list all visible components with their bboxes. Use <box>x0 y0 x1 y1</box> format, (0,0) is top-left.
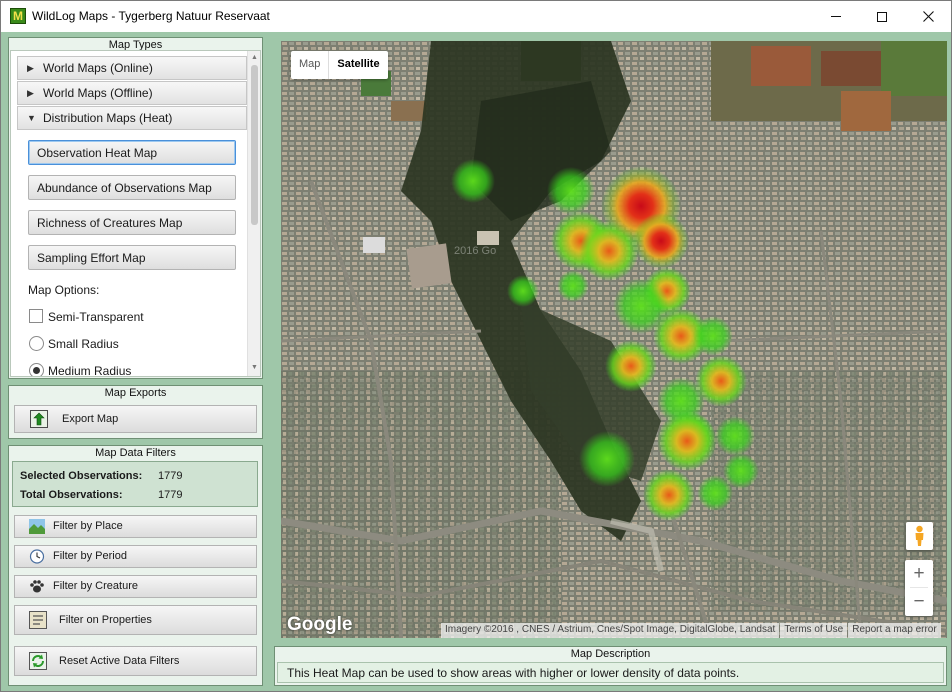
map-exports-panel: Map Exports Export Map <box>8 385 263 439</box>
sampling-effort-map-button[interactable]: Sampling Effort Map <box>28 245 236 270</box>
map-types-scrollbar[interactable]: ▲ ▼ <box>247 51 260 376</box>
satellite-tab[interactable]: Satellite <box>329 51 387 79</box>
filters-title: Map Data Filters <box>95 447 176 459</box>
filter-label: Reset Active Data Filters <box>59 655 180 667</box>
app-logo-icon: M <box>10 8 26 24</box>
report-map-error-link[interactable]: Report a map error <box>848 623 941 638</box>
semi-transparent-checkbox[interactable] <box>29 309 43 323</box>
small-radius-label: Small Radius <box>48 337 119 351</box>
scroll-down-icon[interactable]: ▼ <box>251 364 258 371</box>
minimize-icon <box>831 16 841 17</box>
close-button[interactable] <box>905 1 951 32</box>
scroll-up-icon[interactable]: ▲ <box>251 54 258 61</box>
observation-heat-map-button[interactable]: Observation Heat Map <box>28 140 236 165</box>
map-types-list[interactable]: ▶ World Maps (Online) ▶ World Maps (Offl… <box>10 50 261 377</box>
window-content: Map Types ▶ World Maps (Online) ▶ World … <box>1 32 951 691</box>
button-label: Abundance of Observations Map <box>37 181 212 195</box>
total-observations-value: 1779 <box>158 489 183 501</box>
section-label: World Maps (Offline) <box>43 86 153 100</box>
export-map-button[interactable]: Export Map <box>14 405 257 433</box>
reset-icon <box>29 652 47 670</box>
map-description-title: Map Description <box>570 648 651 660</box>
maximize-icon <box>877 11 887 22</box>
richness-map-button[interactable]: Richness of Creatures Map <box>28 210 236 235</box>
button-label: Richness of Creatures Map <box>37 216 183 230</box>
map-exports-title: Map Exports <box>104 387 167 399</box>
filter-on-properties-button[interactable]: Filter on Properties <box>14 605 257 635</box>
selected-observations-value: 1779 <box>158 470 183 482</box>
map-description-panel: Map Description This Heat Map can be use… <box>274 646 947 686</box>
filter-label: Filter by Creature <box>53 580 138 592</box>
expand-arrow-icon: ▶ <box>27 63 34 73</box>
map-description-text: This Heat Map can be used to show areas … <box>287 666 740 680</box>
scrollbar-thumb[interactable] <box>251 65 258 225</box>
map-options-label: Map Options: <box>28 283 100 297</box>
map-view[interactable]: 2016 Go Map Satellite + − Google Imagery… <box>281 41 947 638</box>
map-data-filters-panel: Map Data Filters Selected Observations: … <box>8 445 263 686</box>
map-tab[interactable]: Map <box>291 51 330 79</box>
button-label: Observation Heat Map <box>37 146 158 160</box>
imagery-attribution: Imagery ©2016 , CNES / Astrium, Cnes/Spo… <box>441 623 780 638</box>
zoom-in-button[interactable]: + <box>905 560 933 587</box>
zoom-out-button[interactable]: − <box>905 588 933 615</box>
button-label: Sampling Effort Map <box>37 251 146 265</box>
expand-arrow-icon: ▶ <box>27 88 34 98</box>
map-types-panel: Map Types ▶ World Maps (Online) ▶ World … <box>8 37 263 379</box>
title-bar[interactable]: M WildLog Maps - Tygerberg Natuur Reserv… <box>1 1 951 32</box>
export-arrow-icon <box>30 410 48 428</box>
properties-icon <box>29 611 47 629</box>
terms-of-use-link[interactable]: Terms of Use <box>780 623 848 638</box>
maximize-button[interactable] <box>859 1 905 32</box>
clock-icon <box>29 549 45 564</box>
section-distribution-maps[interactable]: ▼ Distribution Maps (Heat) <box>17 106 247 130</box>
filter-by-period-button[interactable]: Filter by Period <box>14 545 257 568</box>
street-view-button[interactable] <box>906 522 933 550</box>
window-title: WildLog Maps - Tygerberg Natuur Reservaa… <box>32 9 270 23</box>
minimize-button[interactable] <box>813 1 859 32</box>
medium-radius-radio[interactable] <box>29 363 44 376</box>
close-icon <box>922 11 934 22</box>
medium-radius-label: Medium Radius <box>48 364 132 377</box>
section-label: Distribution Maps (Heat) <box>43 111 173 125</box>
small-radius-radio[interactable] <box>29 336 44 351</box>
pegman-icon <box>915 525 924 546</box>
filter-label: Filter by Place <box>53 520 123 532</box>
paw-icon <box>30 580 44 593</box>
imagery-watermark: 2016 Go <box>454 245 496 257</box>
export-map-label: Export Map <box>62 413 119 425</box>
section-label: World Maps (Online) <box>43 61 153 75</box>
selected-observations-label: Selected Observations: <box>20 470 143 482</box>
reset-filters-button[interactable]: Reset Active Data Filters <box>14 646 257 676</box>
zoom-control: + − <box>905 560 933 616</box>
app-window: M WildLog Maps - Tygerberg Natuur Reserv… <box>0 0 952 692</box>
filter-by-place-button[interactable]: Filter by Place <box>14 515 257 538</box>
filter-label: Filter on Properties <box>59 614 152 626</box>
abundance-map-button[interactable]: Abundance of Observations Map <box>28 175 236 200</box>
map-description-box: This Heat Map can be used to show areas … <box>277 662 944 683</box>
total-observations-label: Total Observations: <box>20 489 123 501</box>
map-attribution-bar: Imagery ©2016 , CNES / Astrium, Cnes/Spo… <box>441 623 947 638</box>
section-world-maps-online[interactable]: ▶ World Maps (Online) <box>17 56 247 80</box>
section-world-maps-offline[interactable]: ▶ World Maps (Offline) <box>17 81 247 105</box>
semi-transparent-label: Semi-Transparent <box>48 310 144 324</box>
place-icon <box>29 519 45 534</box>
observation-counts: Selected Observations: 1779 Total Observ… <box>12 461 258 507</box>
collapse-arrow-icon: ▼ <box>27 113 36 123</box>
satellite-imagery[interactable]: 2016 Go <box>281 41 947 638</box>
map-type-control: Map Satellite <box>291 51 388 79</box>
filter-by-creature-button[interactable]: Filter by Creature <box>14 575 257 598</box>
filter-label: Filter by Period <box>53 550 127 562</box>
google-logo[interactable]: Google <box>287 614 352 636</box>
